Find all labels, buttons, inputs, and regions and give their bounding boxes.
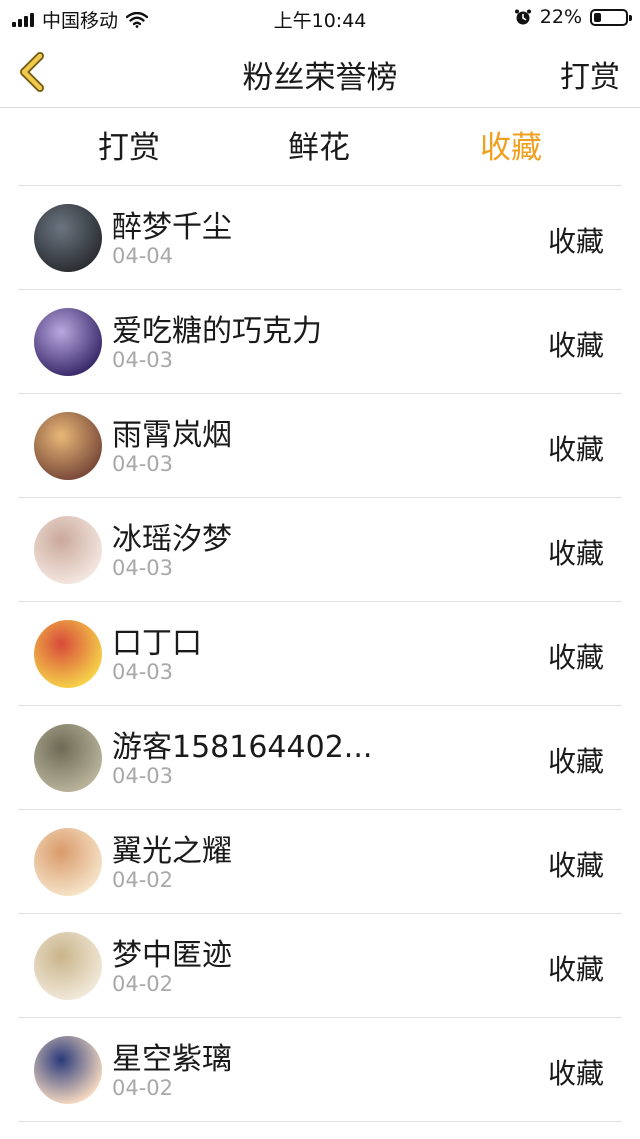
fan-date: 04-03 — [112, 764, 174, 788]
fan-name: 冰瑶汐梦 — [112, 522, 232, 557]
list-item[interactable]: 雨霄岚烟 04-03 收藏 — [0, 394, 640, 498]
fan-name: 醉梦千尘 — [112, 210, 232, 245]
tab-bar: 打赏 鲜花 收藏 — [0, 108, 640, 176]
page-title: 粉丝荣誉榜 — [242, 60, 398, 96]
fan-date: 04-03 — [112, 660, 174, 684]
fan-name: 翼光之耀 — [112, 834, 232, 869]
fan-name: 梦中匿迹 — [112, 938, 232, 973]
list-item[interactable]: 爱吃糖的巧克力 04-03 收藏 — [0, 290, 640, 394]
tab-flowers[interactable]: 鲜花 — [288, 122, 350, 167]
list-item[interactable]: 口丁口 04-03 收藏 — [0, 602, 640, 706]
row-divider — [18, 1121, 622, 1122]
fan-date: 04-02 — [112, 1076, 174, 1100]
status-right: 22% — [514, 6, 632, 28]
nav-bar: 粉丝荣誉榜 打赏 — [0, 36, 640, 108]
fan-name: 爱吃糖的巧克力 — [112, 314, 322, 349]
fan-date: 04-02 — [112, 972, 174, 996]
avatar[interactable] — [34, 412, 102, 480]
list-item[interactable]: 冰瑶汐梦 04-03 收藏 — [0, 498, 640, 602]
avatar[interactable] — [34, 308, 102, 376]
action-label: 收藏 — [547, 641, 604, 674]
action-label: 收藏 — [547, 745, 604, 778]
action-label: 收藏 — [547, 1057, 604, 1090]
alarm-icon — [514, 9, 531, 25]
reward-button[interactable]: 打赏 — [560, 52, 620, 96]
action-label: 收藏 — [547, 953, 604, 986]
fan-name: 游客158164402... — [112, 730, 373, 765]
battery-percent: 22% — [539, 6, 582, 28]
battery-level — [594, 12, 601, 22]
fan-date: 04-03 — [112, 452, 174, 476]
list-item[interactable]: 星空紫璃 04-02 收藏 — [0, 1018, 640, 1122]
avatar[interactable] — [34, 1036, 102, 1104]
action-label: 收藏 — [547, 225, 604, 258]
fan-date: 04-02 — [112, 868, 174, 892]
list-item[interactable]: 翼光之耀 04-02 收藏 — [0, 810, 640, 914]
battery-icon — [590, 8, 632, 26]
avatar[interactable] — [34, 724, 102, 792]
avatar[interactable] — [34, 828, 102, 896]
tab-favorites[interactable]: 收藏 — [480, 122, 542, 167]
fan-date: 04-04 — [112, 244, 174, 268]
action-label: 收藏 — [547, 433, 604, 466]
screen: 中国移动 上午10:44 22% 粉丝荣誉榜 打赏 打赏 鲜花 收藏 醉梦千尘 … — [0, 0, 640, 1139]
avatar[interactable] — [34, 204, 102, 272]
fan-name: 星空紫璃 — [112, 1042, 232, 1077]
avatar[interactable] — [34, 620, 102, 688]
tab-reward[interactable]: 打赏 — [98, 122, 160, 167]
avatar[interactable] — [34, 516, 102, 584]
status-bar: 中国移动 上午10:44 22% — [0, 0, 640, 36]
action-label: 收藏 — [547, 849, 604, 882]
fan-date: 04-03 — [112, 348, 174, 372]
fan-date: 04-03 — [112, 556, 174, 580]
fan-name: 雨霄岚烟 — [112, 418, 232, 453]
fan-name: 口丁口 — [112, 626, 202, 661]
fan-list: 醉梦千尘 04-04 收藏 爱吃糖的巧克力 04-03 收藏 雨霄岚烟 04-0… — [0, 186, 640, 1122]
list-item[interactable]: 醉梦千尘 04-04 收藏 — [0, 186, 640, 290]
list-item[interactable]: 游客158164402... 04-03 收藏 — [0, 706, 640, 810]
action-label: 收藏 — [547, 537, 604, 570]
list-item[interactable]: 梦中匿迹 04-02 收藏 — [0, 914, 640, 1018]
avatar[interactable] — [34, 932, 102, 1000]
action-label: 收藏 — [547, 329, 604, 362]
